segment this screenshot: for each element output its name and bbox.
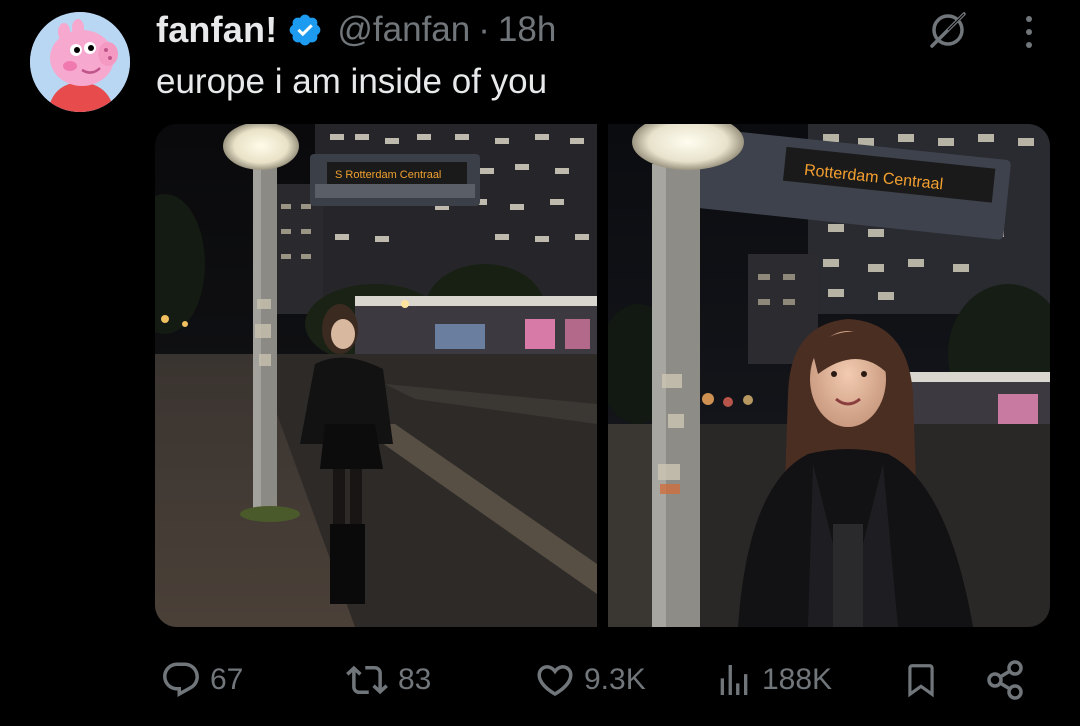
views-icon [720,665,748,695]
bookmark-icon [908,664,934,698]
reply-count: 67 [210,663,244,696]
tweet-header: fanfan! @fanfan · 18h [156,8,556,52]
like-count: 9.3K [584,663,646,696]
share-icon [987,660,1023,700]
header-separator: · [478,10,490,49]
tweet-text: europe i am inside of you [156,62,548,101]
display-name[interactable]: fanfan! [156,9,277,51]
photo-1[interactable]: S Rotterdam Centraal [155,124,597,627]
repost-count: 83 [398,663,432,696]
heart-icon [537,665,573,697]
avatar[interactable] [30,12,130,112]
verified-badge-icon [290,14,321,46]
repost-button[interactable]: 83 [344,648,431,712]
timestamp[interactable]: 18h [498,10,556,50]
media-grid: S Rotterdam Centraal Rotterdam Centraal [155,124,1050,627]
photo-2[interactable]: Rotterdam Centraal [608,124,1050,627]
repost-icon [346,665,388,695]
views-count: 188K [762,663,833,696]
handle[interactable]: @fanfan [337,10,470,50]
reply-icon [163,662,199,697]
like-button[interactable]: 9.3K [534,648,646,712]
grok-icon[interactable] [926,8,970,52]
more-vertical-icon[interactable] [1014,12,1044,52]
reply-button[interactable]: 67 [160,648,243,712]
views-button[interactable]: 188K [714,648,832,712]
peppa-pig-avatar [30,12,130,112]
station-sign-text: S Rotterdam Centraal [335,169,441,181]
action-bar: 67 83 9.3K 188K [0,648,1080,712]
share-button[interactable] [986,648,1026,712]
bookmark-button[interactable] [902,648,940,712]
